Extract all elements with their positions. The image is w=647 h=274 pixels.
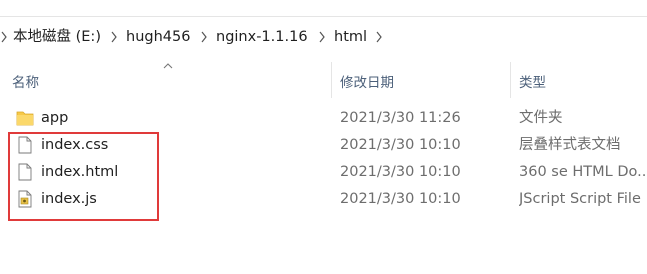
breadcrumb-item-drive[interactable]: 本地磁盘 (E:) bbox=[13, 28, 101, 46]
file-type: 层叠样式表文档 bbox=[519, 137, 621, 153]
column-header-type[interactable]: 类型 bbox=[519, 71, 546, 91]
file-modified: 2021/3/30 10:10 bbox=[340, 137, 461, 153]
toolbar-edge bbox=[0, 0, 647, 17]
chevron-right-icon[interactable] bbox=[375, 30, 383, 44]
chevron-right-icon[interactable] bbox=[318, 30, 326, 44]
chevron-right-icon[interactable] bbox=[0, 30, 8, 44]
column-divider[interactable] bbox=[510, 62, 511, 98]
folder-icon bbox=[16, 111, 34, 126]
chevron-right-icon[interactable] bbox=[110, 30, 118, 44]
file-row-app[interactable]: app 2021/3/30 11:26 文件夹 bbox=[10, 105, 647, 131]
breadcrumb-item-nginx[interactable]: nginx-1.1.16 bbox=[216, 28, 308, 46]
breadcrumb-item-hugh456[interactable]: hugh456 bbox=[126, 28, 190, 46]
breadcrumb-item-html[interactable]: html bbox=[334, 28, 367, 46]
column-header-modified[interactable]: 修改日期 bbox=[340, 71, 394, 91]
chevron-right-icon[interactable] bbox=[200, 30, 208, 44]
file-modified: 2021/3/30 10:10 bbox=[340, 164, 461, 180]
file-modified: 2021/3/30 11:26 bbox=[340, 110, 461, 126]
file-type: JScript Script File bbox=[519, 191, 641, 207]
file-explorer-window: 本地磁盘 (E:) hugh456 nginx-1.1.16 html 名称 修… bbox=[0, 0, 647, 274]
highlight-box bbox=[8, 132, 159, 221]
column-header: 名称 修改日期 类型 bbox=[0, 62, 647, 98]
file-modified: 2021/3/30 10:10 bbox=[340, 191, 461, 207]
column-header-name[interactable]: 名称 bbox=[12, 71, 39, 91]
sort-ascending-icon bbox=[163, 63, 173, 69]
file-type: 文件夹 bbox=[519, 110, 563, 126]
file-name: app bbox=[41, 110, 69, 126]
breadcrumb: 本地磁盘 (E:) hugh456 nginx-1.1.16 html bbox=[0, 20, 647, 56]
file-type: 360 se HTML Do... bbox=[519, 164, 647, 180]
column-divider[interactable] bbox=[331, 62, 332, 98]
